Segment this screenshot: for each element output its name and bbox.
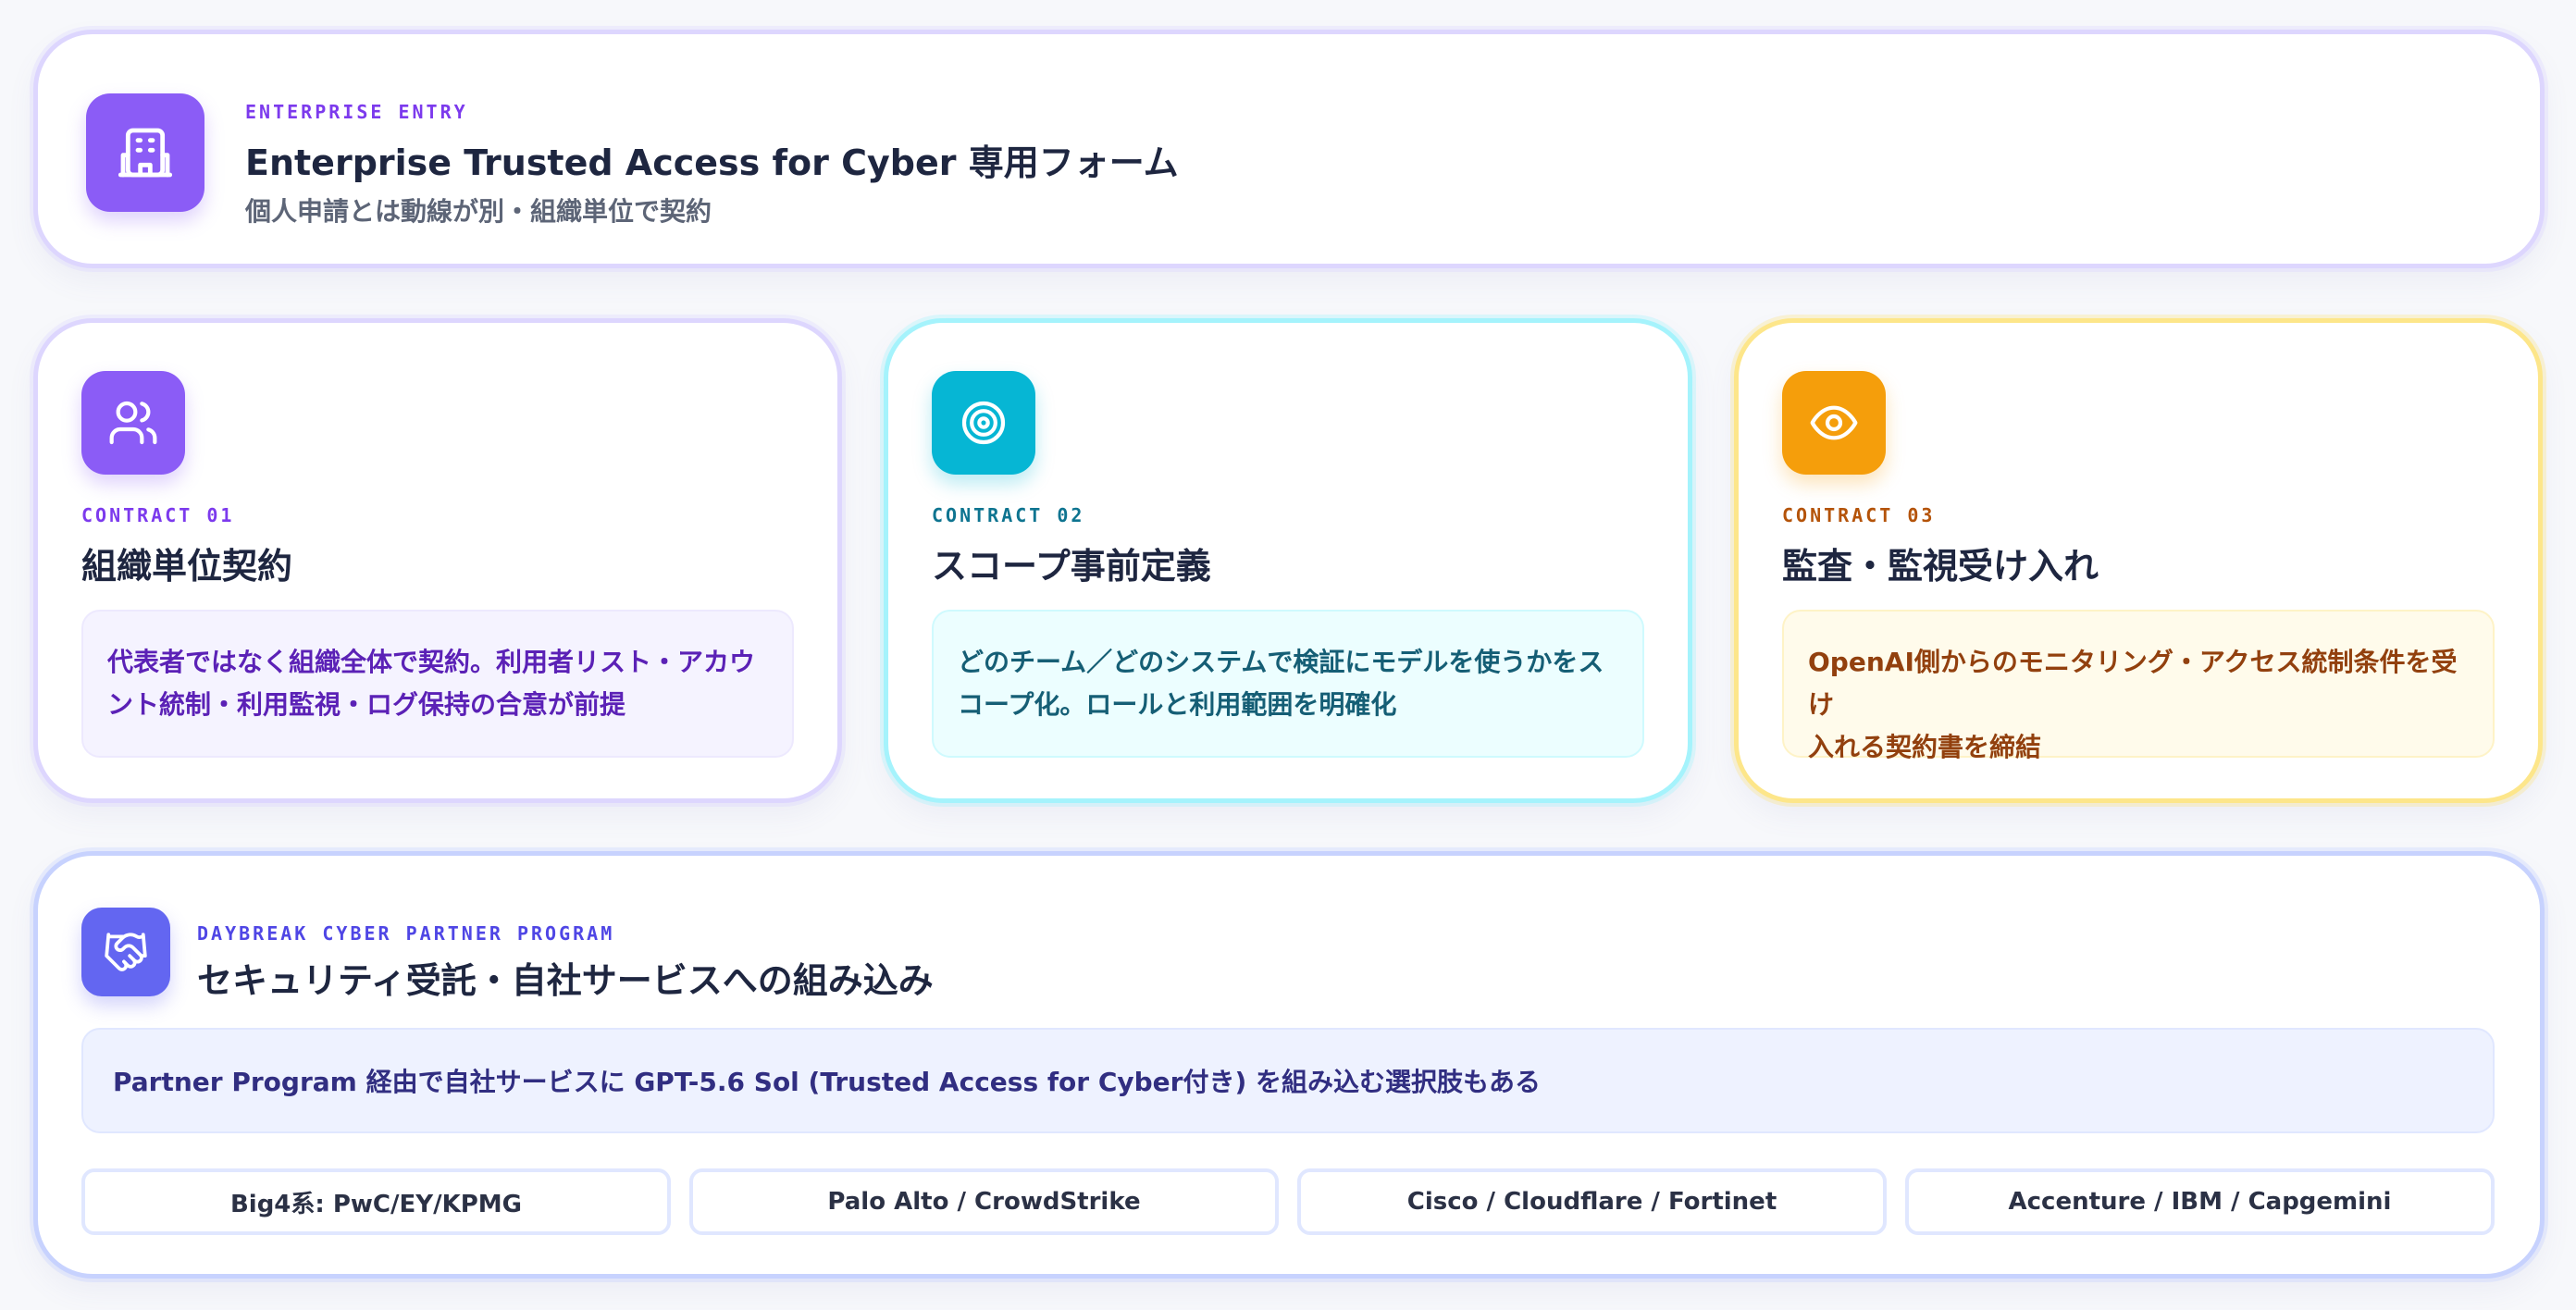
contract-kicker: CONTRACT 03 [1782,504,1936,526]
contract-description-line: OpenAI側からのモニタリング・アクセス統制条件を受け [1808,647,2458,720]
eye-icon [1782,371,1886,475]
contract-description: OpenAI側からのモニタリング・アクセス統制条件を受け 入れる契約書を締結 [1782,610,2495,762]
target-icon [932,371,1035,475]
contract-kicker: CONTRACT 01 [81,504,235,526]
section-kicker: ENTERPRISE ENTRY [245,101,468,123]
partner-program-card: DAYBREAK CYBER PARTNER PROGRAM セキュリティ受託・… [33,851,2545,1279]
contract-title: スコープ事前定義 [932,546,1211,587]
partner-title: セキュリティ受託・自社サービスへの組み込み [197,960,934,1001]
partner-chip-list: Big4系: PwC/EY/KPMG Palo Alto / CrowdStri… [81,1168,2495,1235]
partner-note: Partner Program 経由で自社サービスに GPT-5.6 Sol (… [81,1028,2495,1133]
contract-description-line: どのチーム／どのシステムで検証にモデルを使うかをス [958,647,1604,677]
contract-title: 組織単位契約 [81,546,293,587]
building-icon [86,93,204,212]
contract-description: どのチーム／どのシステムで検証にモデルを使うかをス コープ化。ロールと利用範囲を… [932,610,1644,758]
contract-description-line: 代表者ではなく組織全体で契約。利用者リスト・アカウ [107,647,756,677]
contract-description-line: 入れる契約書を締結 [1808,732,2042,762]
contract-description-line: ント統制・利用監視・ログ保持の合意が前提 [107,689,626,720]
partner-chip: Cisco / Cloudflare / Fortinet [1297,1168,1887,1235]
contract-card-03: CONTRACT 03 監査・監視受け入れ OpenAI側からのモニタリング・ア… [1734,318,2543,803]
page-title: Enterprise Trusted Access for Cyber 専用フォ… [245,142,1179,183]
enterprise-entry-card: ENTERPRISE ENTRY Enterprise Trusted Acce… [33,30,2545,268]
contract-card-02: CONTRACT 02 スコープ事前定義 どのチーム／どのシステムで検証にモデル… [884,318,1692,803]
partner-chip: Accenture / IBM / Capgemini [1905,1168,2495,1235]
partner-chip: Palo Alto / CrowdStrike [689,1168,1279,1235]
contract-kicker: CONTRACT 02 [932,504,1085,526]
partner-chip: Big4系: PwC/EY/KPMG [81,1168,671,1235]
contract-description: 代表者ではなく組織全体で契約。利用者リスト・アカウ ント統制・利用監視・ログ保持… [81,610,794,758]
users-icon [81,371,185,475]
page-subtitle: 個人申請とは動線が別・組織単位で契約 [245,196,712,227]
contract-description-line: コープ化。ロールと利用範囲を明確化 [958,689,1397,720]
contract-card-01: CONTRACT 01 組織単位契約 代表者ではなく組織全体で契約。利用者リスト… [33,318,842,803]
contract-title: 監査・監視受け入れ [1782,546,2099,587]
handshake-icon [81,908,170,996]
partner-kicker: DAYBREAK CYBER PARTNER PROGRAM [197,922,615,945]
